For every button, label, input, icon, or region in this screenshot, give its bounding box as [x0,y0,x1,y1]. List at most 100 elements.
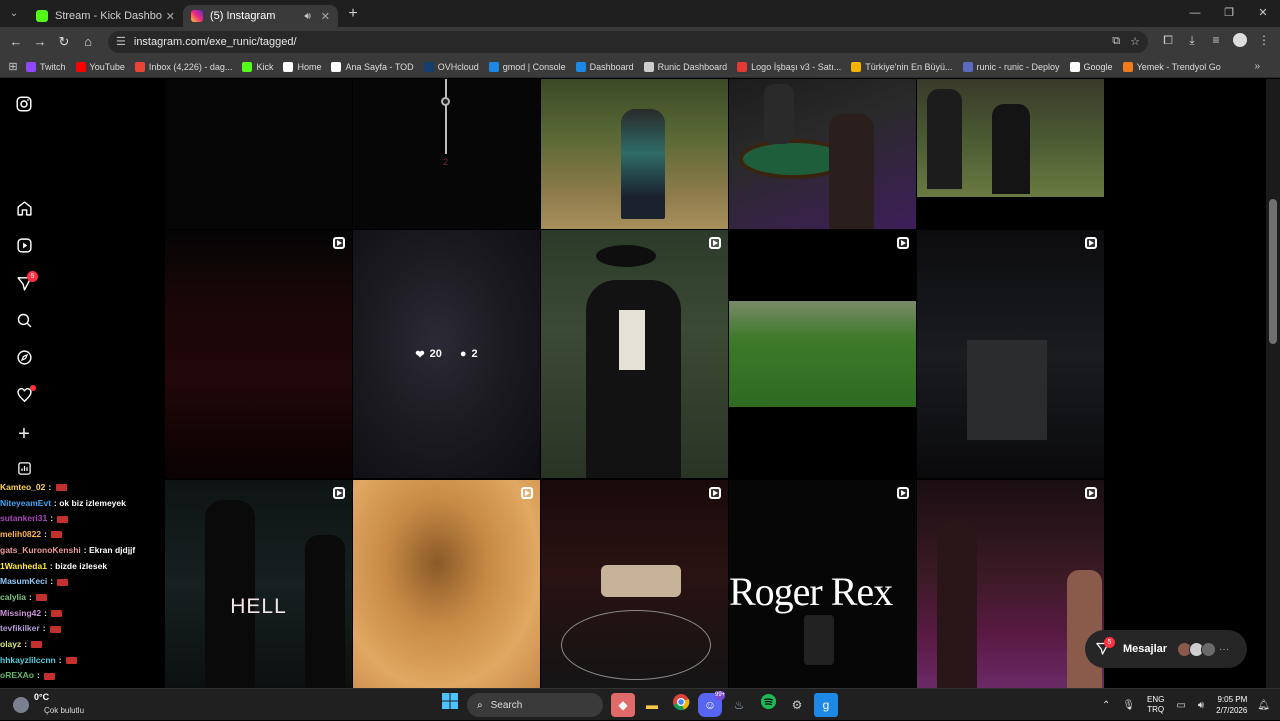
bookmark-star-icon[interactable]: ☆ [1130,35,1140,48]
bookmark-label: OVHcloud [437,61,479,72]
tray-overflow-chevron-icon[interactable]: ⌃ [1102,700,1110,711]
bookmark-favicon-icon [962,61,973,72]
dashboard-chart-icon[interactable] [14,461,34,481]
bookmark-favicon-icon [737,61,748,72]
post-thumbnail[interactable]: HELL [165,480,352,688]
notifications-heart-icon[interactable] [14,385,36,407]
minimize-icon[interactable]: — [1178,0,1212,27]
microphone-icon[interactable]: 🎙︎ [1122,700,1135,711]
bookmark-item[interactable]: OVHcloud [423,61,479,72]
clock[interactable]: 9:05 PM 2/7/2026 [1216,694,1247,716]
post-thumbnail[interactable] [353,480,540,688]
home-icon[interactable] [14,200,34,220]
search-icon[interactable] [14,312,34,332]
bookmark-item[interactable]: Yemek - Trendyol Go [1122,61,1221,72]
post-thumbnail[interactable] [917,480,1104,688]
media-controls-icon[interactable]: ≡ [1204,33,1228,50]
weather-widget[interactable]: 0°C Çok bulutlu [10,691,160,719]
post-thumbnail[interactable]: 2 [353,79,540,229]
flag-emote-icon [36,594,48,602]
instagram-logo-icon[interactable] [14,95,34,115]
post-thumbnail[interactable] [729,230,916,478]
comment-bubble-icon: ● [459,348,467,360]
chat-username: oREXAo [0,670,34,681]
bookmark-item[interactable]: Inbox (4,226) - dag... [134,61,232,72]
windows-start-icon[interactable] [438,693,462,717]
post-thumbnail[interactable] [165,230,352,478]
bookmark-item[interactable]: Kick [242,61,273,72]
reels-icon[interactable] [14,237,34,257]
spotify-icon[interactable] [756,693,780,717]
bookmark-item[interactable]: Google [1069,61,1113,72]
back-arrow-icon[interactable]: ← [4,34,28,49]
profile-avatar[interactable] [1228,33,1252,50]
restore-icon[interactable]: ❐ [1212,0,1246,27]
post-thumbnail[interactable]: Roger Rex [729,480,916,688]
bookmark-favicon-icon [242,61,253,72]
post-thumbnail[interactable] [165,79,352,229]
bookmark-label: Google [1083,61,1113,72]
extensions-icon[interactable]: ⧠ [1156,33,1180,50]
new-tab-button[interactable]: + [342,5,364,23]
browser-menu-icon[interactable]: ⋮ [1252,33,1276,50]
post-thumbnail[interactable] [729,79,916,229]
bookmark-item[interactable]: Twitch [26,61,66,72]
discord-icon[interactable]: ☺ 99+ [698,691,725,717]
messages-button[interactable]: 5 Mesajlar ··· [1085,630,1247,668]
home-icon[interactable]: ⌂ [76,34,100,49]
tab-instagram[interactable]: (5) Instagram 🔊︎ ✕ [183,5,338,27]
bookmark-item[interactable]: runic - runic - Deploy [962,61,1060,72]
taskbar-search-box[interactable]: ⌕ Search [467,693,603,717]
close-window-icon[interactable]: ✕ [1246,0,1280,27]
gmod-icon[interactable]: g [814,693,838,717]
page-scrollbar[interactable] [1266,79,1280,688]
post-thumbnail[interactable] [541,480,728,688]
tab-kick-dashboard[interactable]: Stream - Kick Dashboard ✕ [28,5,183,27]
create-plus-icon[interactable]: + [14,424,34,444]
download-icon[interactable]: ⤓ [1180,33,1204,50]
post-thumbnail[interactable] [917,79,1104,197]
chrome-icon[interactable] [669,693,693,717]
scrollbar-thumb[interactable] [1269,199,1277,344]
address-bar[interactable]: ☰ instagram.com/exe_runic/tagged/ ⧉ ☆ [108,30,1148,53]
bookmark-label: Türkiye'nin En Büyü... [865,61,953,72]
post-thumbnail[interactable] [541,79,728,229]
close-tab-icon[interactable]: ✕ [321,10,330,23]
tab-search-chevron-icon[interactable]: ⌄ [0,0,28,27]
post-thumbnail[interactable] [541,230,728,478]
chat-message: melih0822: [0,527,165,543]
direct-messages-icon[interactable]: 5 [14,271,38,295]
bookmark-item[interactable]: Logo İşbaşı v3 - Satı... [737,61,841,72]
bookmark-item[interactable]: gmod | Console [488,61,566,72]
reload-icon[interactable]: ↻ [52,34,76,50]
comment-count: 2 [471,348,478,360]
apps-grid-icon[interactable]: ⊞ [0,60,26,73]
copilot-icon[interactable]: ◆ [611,693,635,717]
post-thumbnail-hovered[interactable]: ❤ 20 ● 2 [353,230,540,478]
close-tab-icon[interactable]: ✕ [166,10,175,23]
post-hover-overlay: ❤ 20 ● 2 [353,230,540,478]
bookmark-item[interactable]: Dashboard [575,61,634,72]
file-explorer-icon[interactable]: ▬ [640,693,664,717]
bookmarks-overflow-icon[interactable]: » [1254,61,1260,72]
speaker-icon[interactable]: 🔊︎ [304,11,310,22]
chat-separator: : [44,529,50,540]
explore-compass-icon[interactable] [14,349,34,369]
post-overlay-text: HELL [230,595,287,618]
steam-icon[interactable]: ♨ [727,693,751,717]
bookmark-item[interactable]: Home [283,61,321,72]
forward-arrow-icon[interactable]: → [28,34,52,49]
network-monitor-icon[interactable]: ▭ [1176,700,1185,711]
settings-gear-icon[interactable]: ⚙ [785,693,809,717]
bookmark-item[interactable]: YouTube [75,61,125,72]
windows-taskbar: 0°C Çok bulutlu ⌕ Search ◆ ▬ ☺ 99+ ♨ ⚙ g … [0,688,1280,720]
bookmark-item[interactable]: Ana Sayfa - TOD [331,61,414,72]
install-app-icon[interactable]: ⧉ [1112,35,1120,48]
bookmark-item[interactable]: Runic Dashboard [643,61,727,72]
bookmark-item[interactable]: Türkiye'nin En Büyü... [851,61,953,72]
volume-icon[interactable]: 🔊︎ [1198,700,1204,711]
notification-center-icon[interactable]: 🔔︎ [1257,700,1270,711]
post-thumbnail[interactable] [917,230,1104,478]
site-info-icon[interactable]: ☰ [116,35,126,48]
input-language[interactable]: ENG TRQ [1147,695,1164,715]
